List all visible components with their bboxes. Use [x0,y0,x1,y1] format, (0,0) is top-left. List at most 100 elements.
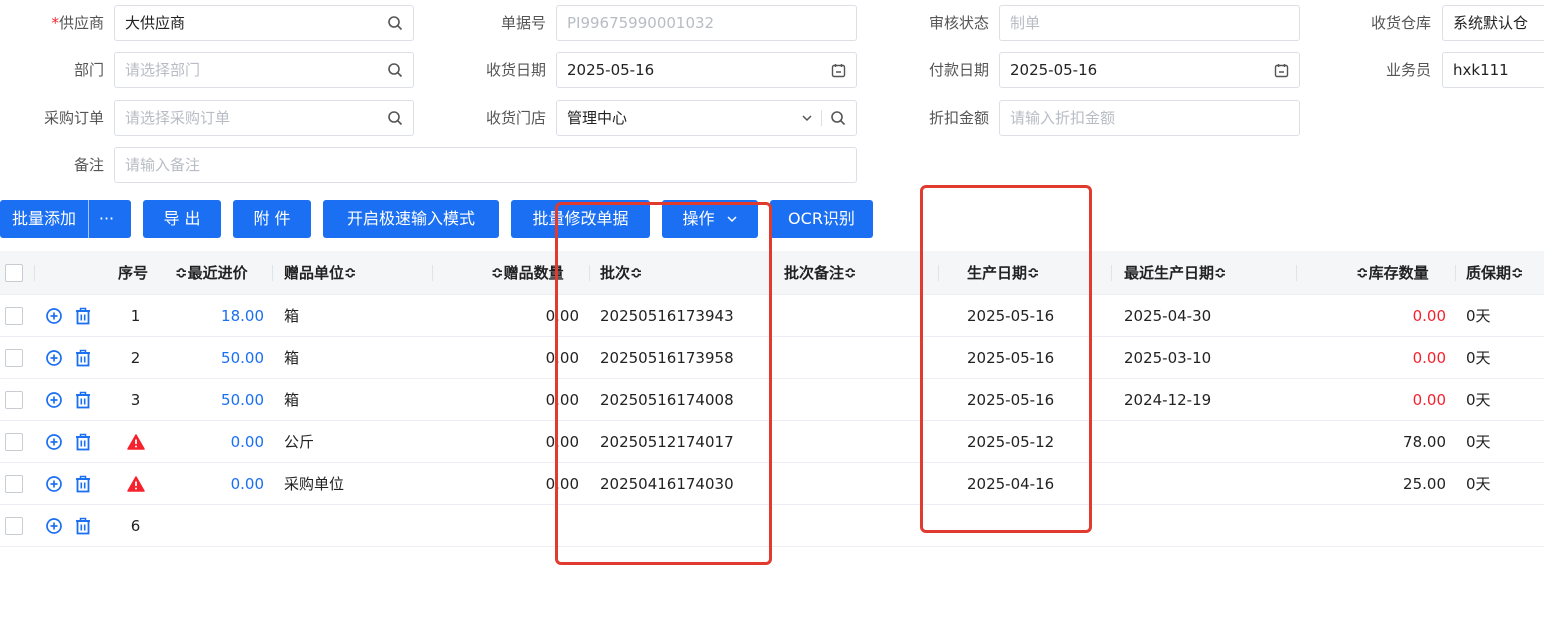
row-checkbox[interactable] [5,475,23,493]
last-prod-date-cell: 2025-03-10 [1124,349,1212,367]
row-checkbox[interactable] [5,307,23,325]
calendar-icon[interactable] [1274,63,1289,78]
col-batch-note[interactable]: 批次备注≎ [784,251,857,295]
row-checkbox[interactable] [5,433,23,451]
delete-row-icon[interactable] [74,349,92,367]
gift-qty-cell[interactable]: 0.00 [546,463,579,505]
table-row[interactable]: 0.00 公斤 0.00 20250512174017 2025-05-12 78.00 0… [0,421,1544,463]
search-icon[interactable] [387,62,403,78]
sort-icon[interactable]: ≎ [344,264,357,282]
delete-row-icon[interactable] [74,433,92,451]
store-select[interactable]: 管理中心 [556,100,857,136]
table-row[interactable]: 6 [0,505,1544,547]
operate-dropdown-button[interactable]: 操作 [662,200,758,238]
table-row[interactable]: 2 50.00 箱 0.00 20250516173958 2025-05-16 2025-… [0,337,1544,379]
col-last-price[interactable]: ≎最近进价 [175,251,248,295]
batch-modify-button[interactable]: 批量修改单据 [511,200,650,238]
attach-button[interactable]: 附 件 [233,200,311,238]
sort-icon[interactable]: ≎ [630,264,643,282]
col-batch[interactable]: 批次≎ [600,251,643,295]
delete-row-icon[interactable] [74,391,92,409]
shelf-life-cell: 0天 [1466,349,1491,367]
column-divider [938,265,939,281]
po-input[interactable]: 请选择采购订单 [114,100,414,136]
col-last-prod-date[interactable]: 最近生产日期≎ [1124,251,1227,295]
col-last-prod-date-label: 最近生产日期 [1124,264,1215,282]
prod-date-cell[interactable]: 2025-05-12 [967,421,1054,463]
delete-row-icon[interactable] [74,475,92,493]
prod-date-cell[interactable]: 2025-05-16 [967,379,1054,421]
col-gift-unit[interactable]: 赠品单位≎ [284,251,357,295]
col-gift-qty[interactable]: ≎赠品数量 [491,251,564,295]
search-icon[interactable] [387,15,403,31]
select-all-checkbox[interactable] [5,264,23,282]
stock-qty-cell: 0.00 [1412,391,1446,409]
doc-no-input[interactable]: PI99675990001032 [556,5,857,41]
sort-icon[interactable]: ≎ [175,264,188,282]
gift-qty-cell[interactable]: 0.00 [546,337,579,379]
prod-date-cell[interactable]: 2025-05-16 [967,337,1054,379]
row-checkbox[interactable] [5,391,23,409]
warehouse-input[interactable]: 系统默认仓 [1442,5,1544,41]
fast-input-button[interactable]: 开启极速输入模式 [323,200,499,238]
table-row[interactable]: 0.00 采购单位 0.00 20250416174030 2025-04-16 25.0… [0,463,1544,505]
delete-row-icon[interactable] [74,307,92,325]
add-row-icon[interactable] [45,349,63,367]
batch-add-button[interactable]: 批量添加 [0,200,88,238]
prod-date-cell[interactable]: 2025-05-16 [967,295,1054,337]
calendar-icon[interactable] [831,63,846,78]
sort-icon[interactable]: ≎ [1214,264,1227,282]
delete-row-icon[interactable] [74,517,92,535]
dept-label: 部门 [73,61,104,79]
row-checkbox[interactable] [5,349,23,367]
table-row[interactable]: 1 18.00 箱 0.00 20250516173943 2025-05-16 2025-… [0,295,1544,337]
discount-input[interactable]: 请输入折扣金额 [999,100,1300,136]
add-row-icon[interactable] [45,391,63,409]
batch-cell[interactable]: 20250512174017 [600,421,734,463]
sort-icon[interactable]: ≎ [491,264,504,282]
sort-icon[interactable]: ≎ [844,264,857,282]
row-checkbox[interactable] [5,517,23,535]
seq-cell: 2 [130,349,141,367]
col-shelf-life[interactable]: 质保期≎ [1466,251,1524,295]
remark-label: 备注 [73,156,104,174]
col-gift-qty-label: 赠品数量 [503,264,564,282]
batch-cell[interactable]: 20250516173943 [600,295,734,337]
chevron-down-icon[interactable] [801,112,813,124]
add-row-icon[interactable] [45,307,63,325]
gift-qty-cell[interactable]: 0.00 [546,295,579,337]
add-row-icon[interactable] [45,517,63,535]
remark-input[interactable]: 请输入备注 [114,147,857,183]
batch-cell[interactable]: 20250516174008 [600,379,734,421]
add-row-icon[interactable] [45,433,63,451]
salesman-input[interactable]: hxk111 [1442,52,1544,88]
add-row-icon[interactable] [45,475,63,493]
search-icon[interactable] [387,110,403,126]
receive-date-label: 收货日期 [485,61,546,79]
receive-date-input[interactable]: 2025-05-16 [556,52,857,88]
sort-icon[interactable]: ≎ [1356,264,1369,282]
ocr-button[interactable]: OCR识别 [770,200,873,238]
supplier-input[interactable]: 大供应商 [114,5,414,41]
sort-icon[interactable]: ≎ [1027,264,1040,282]
table-row[interactable]: 3 50.00 箱 0.00 20250516174008 2025-05-16 2024-… [0,379,1544,421]
batch-cell[interactable]: 20250416174030 [600,463,734,505]
prod-date-cell[interactable]: 2025-04-16 [967,463,1054,505]
batch-cell[interactable]: 20250516173958 [600,337,734,379]
more-button[interactable]: ··· [88,200,124,238]
col-batch-note-label: 批次备注 [784,264,845,282]
pay-date-input[interactable]: 2025-05-16 [999,52,1300,88]
pay-date-label: 付款日期 [928,61,989,79]
search-icon[interactable] [830,110,846,126]
dept-input[interactable]: 请选择部门 [114,52,414,88]
gift-qty-cell[interactable]: 0.00 [546,421,579,463]
gift-qty-cell[interactable]: 0.00 [546,379,579,421]
col-last-price-label: 最近进价 [187,264,248,282]
audit-status-placeholder: 制单 [1010,14,1041,32]
sort-icon[interactable]: ≎ [1511,264,1524,282]
export-button[interactable]: 导 出 [143,200,221,238]
audit-status-input: 制单 [999,5,1300,41]
col-prod-date[interactable]: 生产日期≎ [967,251,1040,295]
col-stock-qty[interactable]: ≎库存数量 [1356,251,1429,295]
stock-qty-cell: 25.00 [1403,475,1446,493]
